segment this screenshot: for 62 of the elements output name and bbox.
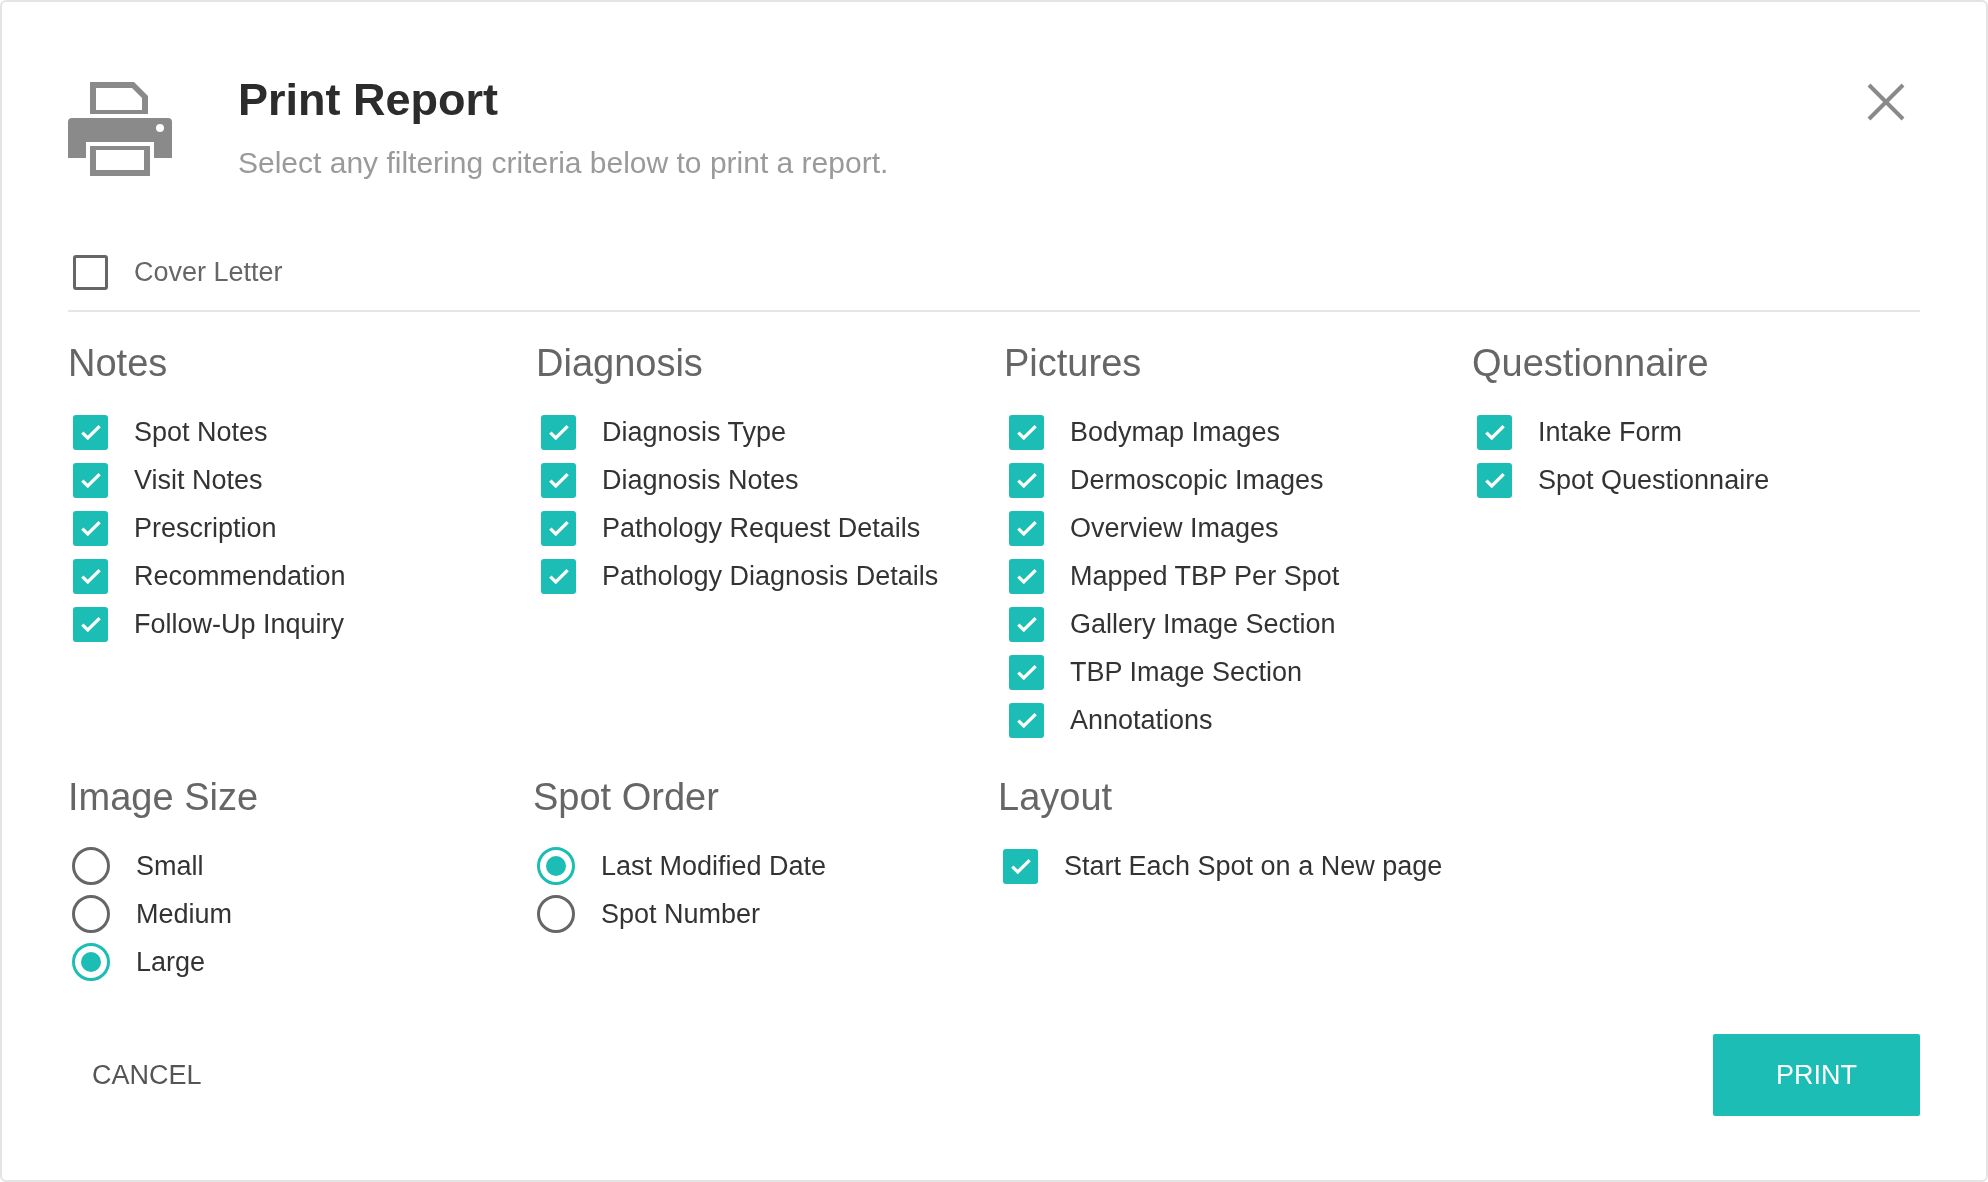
dialog-title: Print Report <box>238 74 499 126</box>
checkbox-label: Visit Notes <box>134 464 263 496</box>
checkbox-label: Spot Notes <box>134 416 268 448</box>
checkbox-label: Follow-Up Inquiry <box>134 608 345 640</box>
checkbox-label: Mapped TBP Per Spot <box>1070 560 1340 592</box>
cancel-button[interactable]: CANCEL <box>60 1039 234 1111</box>
radio-button[interactable] <box>72 847 110 885</box>
checkbox[interactable] <box>1477 414 1512 450</box>
radio-label: Last Modified Date <box>601 850 827 882</box>
close-icon[interactable] <box>1866 82 1906 122</box>
checkbox-label: Gallery Image Section <box>1070 608 1336 640</box>
checkbox[interactable] <box>73 606 108 642</box>
radio-label: Large <box>136 946 206 978</box>
checkbox[interactable] <box>73 462 108 498</box>
checkbox-label: Spot Questionnaire <box>1538 464 1770 496</box>
checkbox[interactable] <box>73 558 108 594</box>
checkbox-label: Start Each Spot on a New page <box>1064 850 1443 882</box>
checkbox[interactable] <box>1009 462 1044 498</box>
section-heading: Spot Order <box>533 776 720 820</box>
section-heading: Pictures <box>1004 342 1143 386</box>
printer-icon <box>68 80 172 176</box>
checkbox-label: Cover Letter <box>134 256 283 288</box>
checkbox[interactable] <box>1003 848 1038 884</box>
checkbox[interactable] <box>1009 510 1044 546</box>
checkbox[interactable] <box>1009 558 1044 594</box>
radio-label: Spot Number <box>601 898 761 930</box>
radio-button[interactable] <box>72 895 110 933</box>
checkbox-label: Overview Images <box>1070 512 1279 544</box>
section-heading: Notes <box>68 342 169 386</box>
section-heading: Diagnosis <box>536 342 704 386</box>
radio-button[interactable] <box>537 847 575 885</box>
checkbox-label: Dermoscopic Images <box>1070 464 1324 496</box>
checkbox[interactable] <box>73 414 108 450</box>
checkbox-label: Pathology Request Details <box>602 512 921 544</box>
radio-label: Medium <box>136 898 233 930</box>
checkbox[interactable] <box>73 254 108 290</box>
radio-label: Small <box>136 850 204 882</box>
checkbox-label: Prescription <box>134 512 277 544</box>
radio-button[interactable] <box>537 895 575 933</box>
radio-button[interactable] <box>72 943 110 981</box>
checkbox[interactable] <box>1009 414 1044 450</box>
checkbox[interactable] <box>1009 702 1044 738</box>
checkbox-label: Intake Form <box>1538 416 1683 448</box>
checkbox[interactable] <box>73 510 108 546</box>
checkbox[interactable] <box>541 414 576 450</box>
checkbox[interactable] <box>1009 606 1044 642</box>
checkbox[interactable] <box>1009 654 1044 690</box>
checkbox-label: Diagnosis Type <box>602 416 787 448</box>
checkbox[interactable] <box>541 558 576 594</box>
checkbox-label: Diagnosis Notes <box>602 464 799 496</box>
checkbox-label: Pathology Diagnosis Details <box>602 560 939 592</box>
checkbox-label: TBP Image Section <box>1070 656 1303 688</box>
checkbox[interactable] <box>1477 462 1512 498</box>
section-heading: Image Size <box>68 776 260 820</box>
dialog-subtitle: Select any filtering criteria below to print a report. <box>238 146 890 180</box>
section-heading: Layout <box>998 776 1114 820</box>
checkbox[interactable] <box>541 462 576 498</box>
checkbox-label: Bodymap Images <box>1070 416 1281 448</box>
checkbox-label: Annotations <box>1070 704 1213 736</box>
checkbox[interactable] <box>541 510 576 546</box>
checkbox-label: Recommendation <box>134 560 346 592</box>
section-heading: Questionnaire <box>1472 342 1710 386</box>
